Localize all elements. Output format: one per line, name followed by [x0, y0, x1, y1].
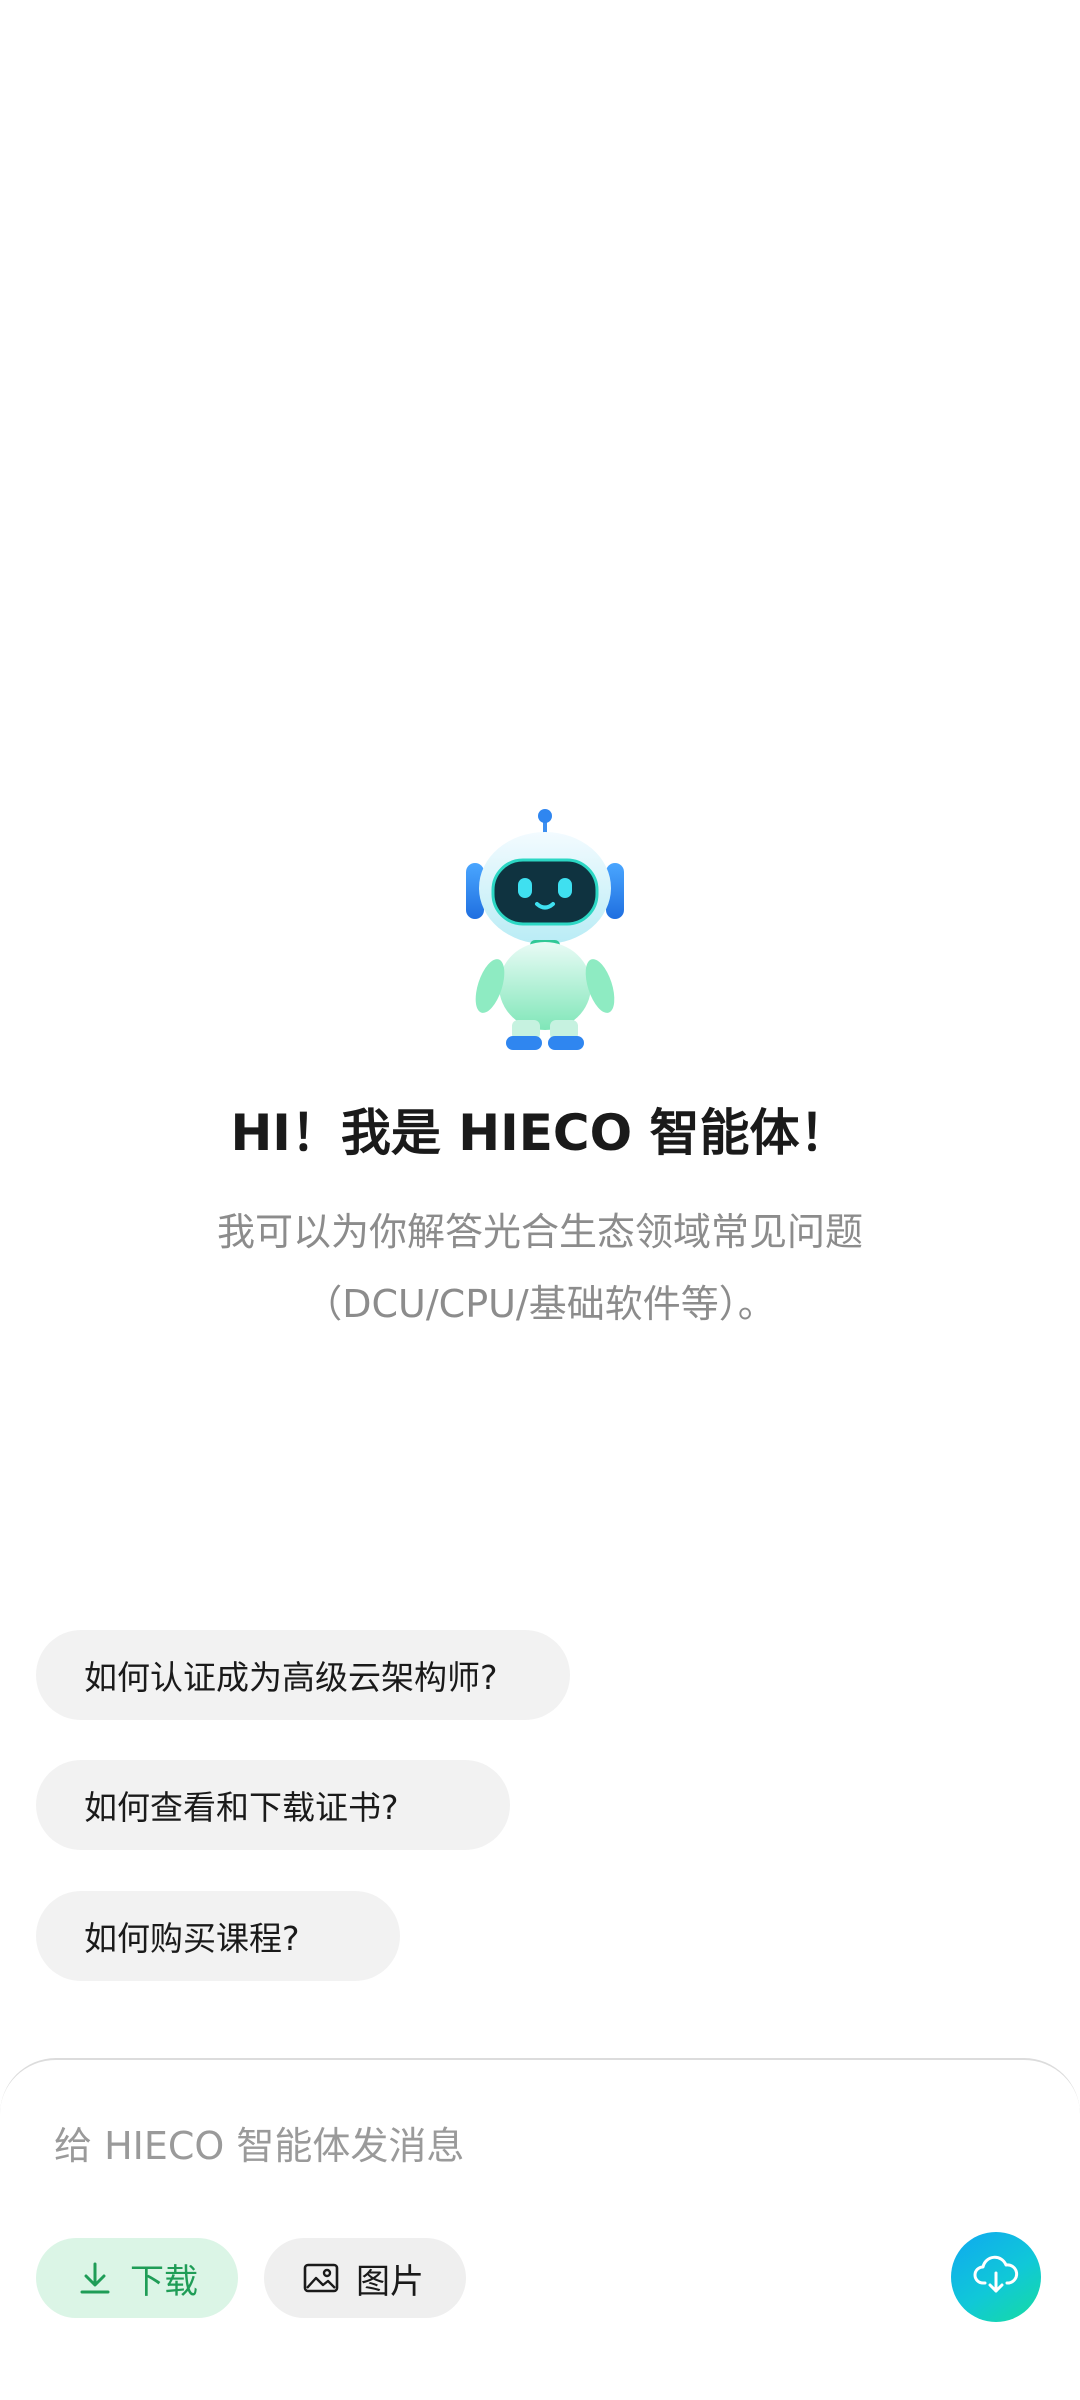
message-input[interactable]: [54, 2116, 954, 2176]
hero-subtitle-line2: （DCU/CPU/基础软件等）。: [304, 1282, 776, 1326]
image-icon: [302, 2259, 340, 2297]
download-icon: [76, 2259, 114, 2297]
robot-mascot-icon: [460, 808, 630, 1053]
download-button[interactable]: 下载: [36, 2238, 238, 2318]
hero-title: HI！我是 HIECO 智能体！: [230, 1104, 850, 1162]
suggestion-chip[interactable]: 如何查看和下载证书?: [36, 1760, 510, 1850]
suggestion-label: 如何购买课程?: [84, 1919, 300, 1958]
chat-screen: HI！我是 HIECO 智能体！ 我可以为你解答光合生态领域常见问题 （DCU/…: [0, 0, 1080, 2400]
suggestion-label: 如何查看和下载证书?: [84, 1788, 399, 1827]
suggestion-chip[interactable]: 如何认证成为高级云架构师?: [36, 1630, 570, 1720]
hero-subtitle: 我可以为你解答光合生态领域常见问题 （DCU/CPU/基础软件等）。: [140, 1196, 940, 1340]
message-composer: 下载 图片: [0, 2058, 1080, 2400]
hero-subtitle-line1: 我可以为你解答光合生态领域常见问题: [216, 1210, 863, 1254]
download-label: 下载: [130, 2261, 198, 2302]
cloud-download-icon: [973, 2255, 1019, 2299]
image-button[interactable]: 图片: [264, 2238, 466, 2318]
suggestion-chip[interactable]: 如何购买课程?: [36, 1891, 400, 1981]
send-button[interactable]: [951, 2232, 1041, 2322]
suggestion-label: 如何认证成为高级云架构师?: [84, 1658, 498, 1697]
image-label: 图片: [356, 2261, 424, 2302]
